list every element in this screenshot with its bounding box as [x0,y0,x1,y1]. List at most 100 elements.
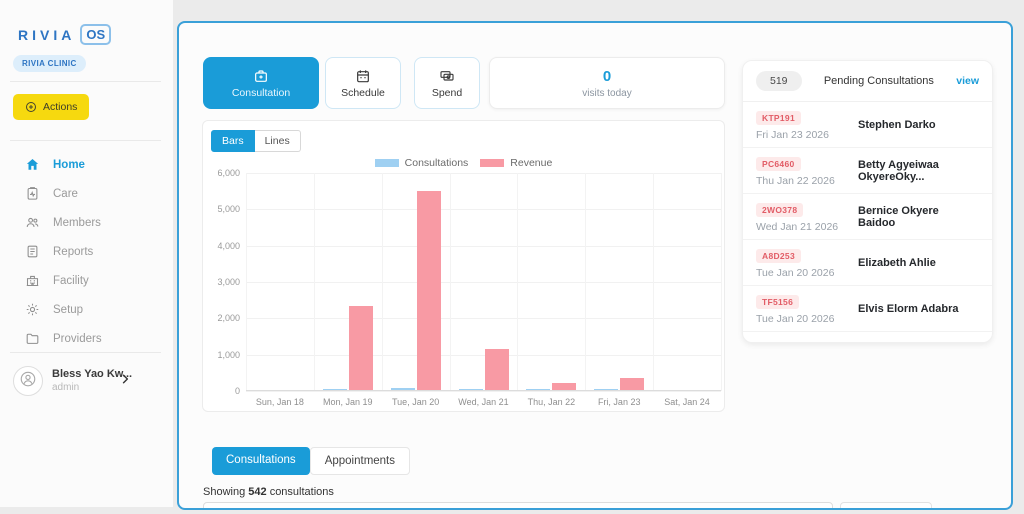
pending-item-id-badge: PC6460 [756,157,801,171]
search-input[interactable] [203,502,833,510]
x-tick-label: Mon, Jan 19 [314,397,382,407]
revenue-bar [552,383,576,390]
gridline [721,173,722,391]
consultations-bar [323,389,347,391]
sidebar-item-setup[interactable]: Setup [0,295,173,324]
app-logo: RIVIA OS [18,24,111,45]
pending-item-id-badge: TF5156 [756,295,799,309]
gridline [653,173,654,391]
legend-swatch [375,159,399,167]
gridline [314,173,315,391]
care-icon [25,186,40,201]
medical-bag-icon [253,68,269,84]
sidebar-item-facility[interactable]: Facility [0,266,173,295]
user-menu[interactable]: Bless Yao Kw... admin [0,360,173,404]
tab-appointments[interactable]: Appointments [310,447,410,475]
consultation-card[interactable]: Consultation [203,57,319,109]
tab-consultations[interactable]: Consultations [212,447,310,475]
dashboard-screen: RIVIA OS RIVIA CLINIC Actions HomeCareMe… [0,0,1024,514]
setup-icon [25,302,40,317]
revenue-bar [349,306,373,390]
pending-item-id-badge: 2WO378 [756,203,803,217]
sidebar: RIVIA OS RIVIA CLINIC Actions HomeCareMe… [0,0,173,507]
x-tick-label: Fri, Jan 23 [585,397,653,407]
filter-button[interactable] [840,502,932,510]
pending-item-meta: A8D253Tue Jan 20 2026 [756,246,858,279]
legend-label: Consultations [405,157,469,169]
pending-count-badge: 519 [756,71,802,91]
y-tick-label: 2,000 [203,313,240,323]
logo-text: RIVIA [18,27,75,43]
pending-list: KTP191Fri Jan 23 2026Stephen DarkoPC6460… [743,102,992,332]
y-tick-label: 0 [203,386,240,396]
sidebar-item-label: Members [53,217,101,229]
pending-item-date: Fri Jan 23 2026 [756,129,858,141]
showing-count: 542 [248,486,266,498]
members-icon [25,215,40,230]
pending-item-name: Elizabeth Ahlie [858,257,936,269]
consultations-bar [391,388,415,390]
x-tick-label: Tue, Jan 20 [382,397,450,407]
legend-item-consultations: Consultations [375,157,469,169]
schedule-card[interactable]: Schedule [325,57,401,109]
actions-button[interactable]: Actions [13,94,89,120]
chart-card: BarsLines ConsultationsRevenue 01,0002,0… [202,120,725,412]
sidebar-item-label: Providers [53,333,102,345]
pending-item-date: Tue Jan 20 2026 [756,267,858,279]
showing-count-text: Showing 542 consultations [203,486,334,498]
sidebar-item-label: Reports [53,246,93,258]
pending-item-meta: 2WO378 Wed Jan 21 2026 [756,200,858,233]
legend-swatch [480,159,504,167]
legend-label: Revenue [510,157,552,169]
legend-item-revenue: Revenue [480,157,552,169]
x-tick-label: Sun, Jan 18 [246,397,314,407]
chart-plot [246,173,721,391]
x-tick-label: Sat, Jan 24 [653,397,721,407]
providers-icon [25,331,40,346]
x-tick-label: Thu, Jan 22 [517,397,585,407]
actions-label: Actions [43,101,77,113]
gridline [246,355,721,356]
y-tick-label: 6,000 [203,168,240,178]
gridline [246,391,721,392]
sidebar-item-reports[interactable]: Reports [0,237,173,266]
y-tick-label: 4,000 [203,241,240,251]
pending-item-meta: PC6460Thu Jan 22 2026 [756,154,858,187]
pending-item[interactable]: 2WO378 Wed Jan 21 2026Bernice Okyere Baid… [743,194,992,240]
chevron-right-icon[interactable] [118,372,132,386]
avatar [13,366,43,396]
sidebar-item-providers[interactable]: Providers [0,324,173,353]
pending-item-meta: TF5156Tue Jan 20 2026 [756,292,858,325]
y-tick-label: 3,000 [203,277,240,287]
showing-suffix: consultations [270,486,334,498]
showing-prefix: Showing [203,486,245,498]
sidebar-item-members[interactable]: Members [0,208,173,237]
gridline [585,173,586,391]
chart-toggle-bars[interactable]: Bars [211,130,255,152]
gridline [246,246,721,247]
gridline [246,173,721,174]
sidebar-divider [10,352,161,353]
calendar-icon [355,68,371,84]
pending-item[interactable]: TF5156Tue Jan 20 2026Elvis Elorm Adabra [743,286,992,332]
sidebar-item-label: Care [53,188,78,200]
spend-card[interactable]: Spend [414,57,480,109]
sidebar-item-label: Setup [53,304,83,316]
sidebar-item-label: Facility [53,275,89,287]
pending-item[interactable]: A8D253Tue Jan 20 2026Elizabeth Ahlie [743,240,992,286]
revenue-bar [620,378,644,390]
sidebar-item-care[interactable]: Care [0,179,173,208]
bottom-tabs: ConsultationsAppointments [212,447,410,475]
pending-item[interactable]: PC6460Thu Jan 22 2026Betty Agyeiwaa Okye… [743,148,992,194]
sidebar-item-home[interactable]: Home [0,150,173,179]
pending-item[interactable]: KTP191Fri Jan 23 2026Stephen Darko [743,102,992,148]
pending-view-link[interactable]: view [956,75,979,87]
pending-item-date: Wed Jan 21 2026 [756,221,858,233]
pending-consultations-card: 519 Pending Consultations view KTP191Fri… [742,60,993,343]
search-icon [815,507,827,510]
visits-label: visits today [582,88,631,99]
chart-toggle-lines[interactable]: Lines [255,130,301,152]
main-panel: Consultation Schedule Spend 0 visits tod… [177,21,1013,510]
logo-os-box: OS [80,24,111,45]
pending-item-name: Bernice Okyere Baidoo [858,205,979,229]
